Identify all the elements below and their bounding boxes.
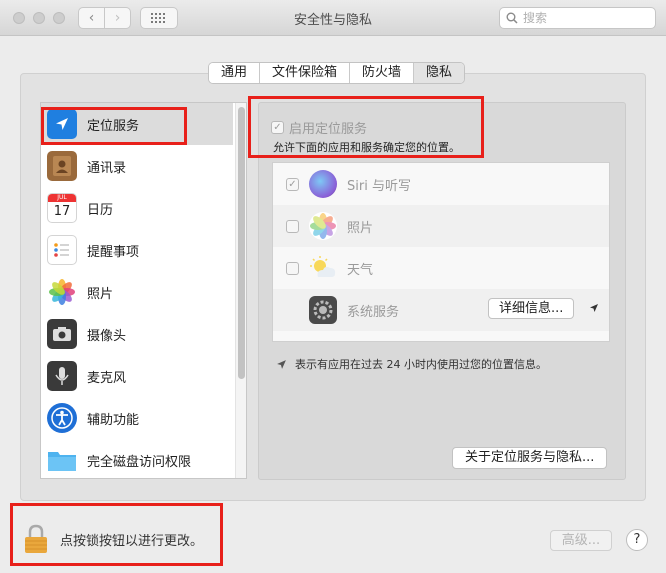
location-app-list: ✓ Siri 与听写 照片 天气 系统服务 详细信息... bbox=[272, 162, 610, 342]
photos-icon bbox=[309, 212, 337, 240]
app-checkbox-weather[interactable] bbox=[286, 261, 299, 275]
enable-location-checkbox[interactable]: ✓ bbox=[271, 121, 284, 134]
advanced-button[interactable]: 高级... bbox=[550, 530, 612, 551]
location-arrow-outline-icon bbox=[277, 359, 286, 369]
camera-icon bbox=[47, 319, 77, 349]
privacy-sidebar: 定位服务 通讯录 JUL 17 日历 提醒事项 照片 摄像头 麦克风 辅助功能 … bbox=[40, 102, 247, 479]
search-field[interactable] bbox=[499, 7, 656, 29]
app-row-weather: 天气 bbox=[273, 247, 609, 289]
sidebar-item-calendar[interactable]: JUL 17 日历 bbox=[41, 187, 233, 229]
app-row-system-services: 系统服务 详细信息... bbox=[273, 289, 609, 331]
search-input[interactable] bbox=[523, 11, 643, 25]
sidebar-item-location-services[interactable]: 定位服务 bbox=[41, 103, 233, 145]
lock-icon[interactable] bbox=[24, 524, 48, 554]
sidebar-item-label: 照片 bbox=[87, 286, 114, 302]
location-arrow-icon bbox=[47, 109, 77, 139]
about-location-privacy-button[interactable]: 关于定位服务与隐私... bbox=[452, 447, 608, 469]
location-legend: 表示有应用在过去 24 小时内使用过您的位置信息。 bbox=[276, 356, 547, 372]
lock-label: 点按锁按钮以进行更改。 bbox=[60, 533, 204, 549]
location-description: 允许下面的应用和服务确定您的位置。 bbox=[273, 141, 460, 154]
sidebar-item-label: 提醒事项 bbox=[87, 244, 140, 260]
sidebar-item-microphone[interactable]: 麦克风 bbox=[41, 355, 233, 397]
title-bar: ‹ › 安全性与隐私 bbox=[0, 0, 666, 36]
sidebar-scrollbar[interactable] bbox=[235, 103, 246, 478]
calendar-icon: JUL 17 bbox=[47, 193, 77, 223]
tab-bar: 通用 文件保险箱 防火墙 隐私 bbox=[208, 62, 466, 84]
details-button[interactable]: 详细信息... bbox=[488, 298, 575, 319]
calendar-day: 17 bbox=[53, 204, 71, 219]
app-checkbox-siri[interactable]: ✓ bbox=[286, 177, 299, 191]
weather-icon bbox=[309, 254, 337, 282]
sidebar-item-full-disk-access[interactable]: 完全磁盘访问权限 bbox=[41, 439, 233, 478]
folder-icon bbox=[47, 445, 77, 475]
reminders-icon bbox=[47, 235, 77, 265]
sidebar-item-label: 麦克风 bbox=[87, 370, 127, 386]
app-name: 天气 bbox=[347, 262, 374, 278]
app-row-siri: ✓ Siri 与听写 bbox=[273, 163, 609, 205]
location-used-arrow-icon bbox=[590, 304, 598, 312]
sidebar-item-contacts[interactable]: 通讯录 bbox=[41, 145, 233, 187]
tab-firewall[interactable]: 防火墙 bbox=[350, 63, 415, 83]
enable-location-services-row: ✓ 启用定位服务 bbox=[271, 118, 367, 137]
calendar-month: JUL bbox=[48, 194, 76, 202]
lock-row: 点按锁按钮以进行更改。 bbox=[24, 524, 203, 554]
microphone-icon bbox=[47, 361, 77, 391]
enable-location-label: 启用定位服务 bbox=[289, 122, 368, 137]
sidebar-item-label: 完全磁盘访问权限 bbox=[87, 454, 192, 470]
sidebar-item-label: 定位服务 bbox=[87, 118, 140, 134]
sidebar-item-reminders[interactable]: 提醒事项 bbox=[41, 229, 233, 271]
sidebar-item-label: 通讯录 bbox=[87, 160, 127, 176]
sidebar-item-camera[interactable]: 摄像头 bbox=[41, 313, 233, 355]
tab-privacy[interactable]: 隐私 bbox=[414, 63, 465, 83]
app-checkbox-photos[interactable] bbox=[286, 219, 299, 233]
sidebar-item-photos[interactable]: 照片 bbox=[41, 271, 233, 313]
sidebar-item-accessibility[interactable]: 辅助功能 bbox=[41, 397, 233, 439]
app-name: 照片 bbox=[347, 220, 374, 236]
accessibility-icon bbox=[47, 403, 77, 433]
app-name: Siri 与听写 bbox=[347, 178, 411, 194]
app-row-photos: 照片 bbox=[273, 205, 609, 247]
photos-icon bbox=[47, 277, 77, 307]
help-button[interactable]: ? bbox=[626, 529, 648, 551]
scrollbar-thumb[interactable] bbox=[238, 107, 245, 379]
sidebar-item-label: 日历 bbox=[87, 202, 114, 218]
system-gear-icon bbox=[309, 296, 337, 324]
tab-filevault[interactable]: 文件保险箱 bbox=[260, 63, 351, 83]
search-icon bbox=[506, 12, 518, 24]
tab-general[interactable]: 通用 bbox=[209, 63, 261, 83]
contacts-icon bbox=[47, 151, 77, 181]
app-name: 系统服务 bbox=[347, 304, 400, 320]
siri-icon bbox=[309, 170, 337, 198]
sidebar-item-label: 辅助功能 bbox=[87, 412, 140, 428]
legend-text: 表示有应用在过去 24 小时内使用过您的位置信息。 bbox=[295, 358, 547, 371]
sidebar-item-label: 摄像头 bbox=[87, 328, 127, 344]
